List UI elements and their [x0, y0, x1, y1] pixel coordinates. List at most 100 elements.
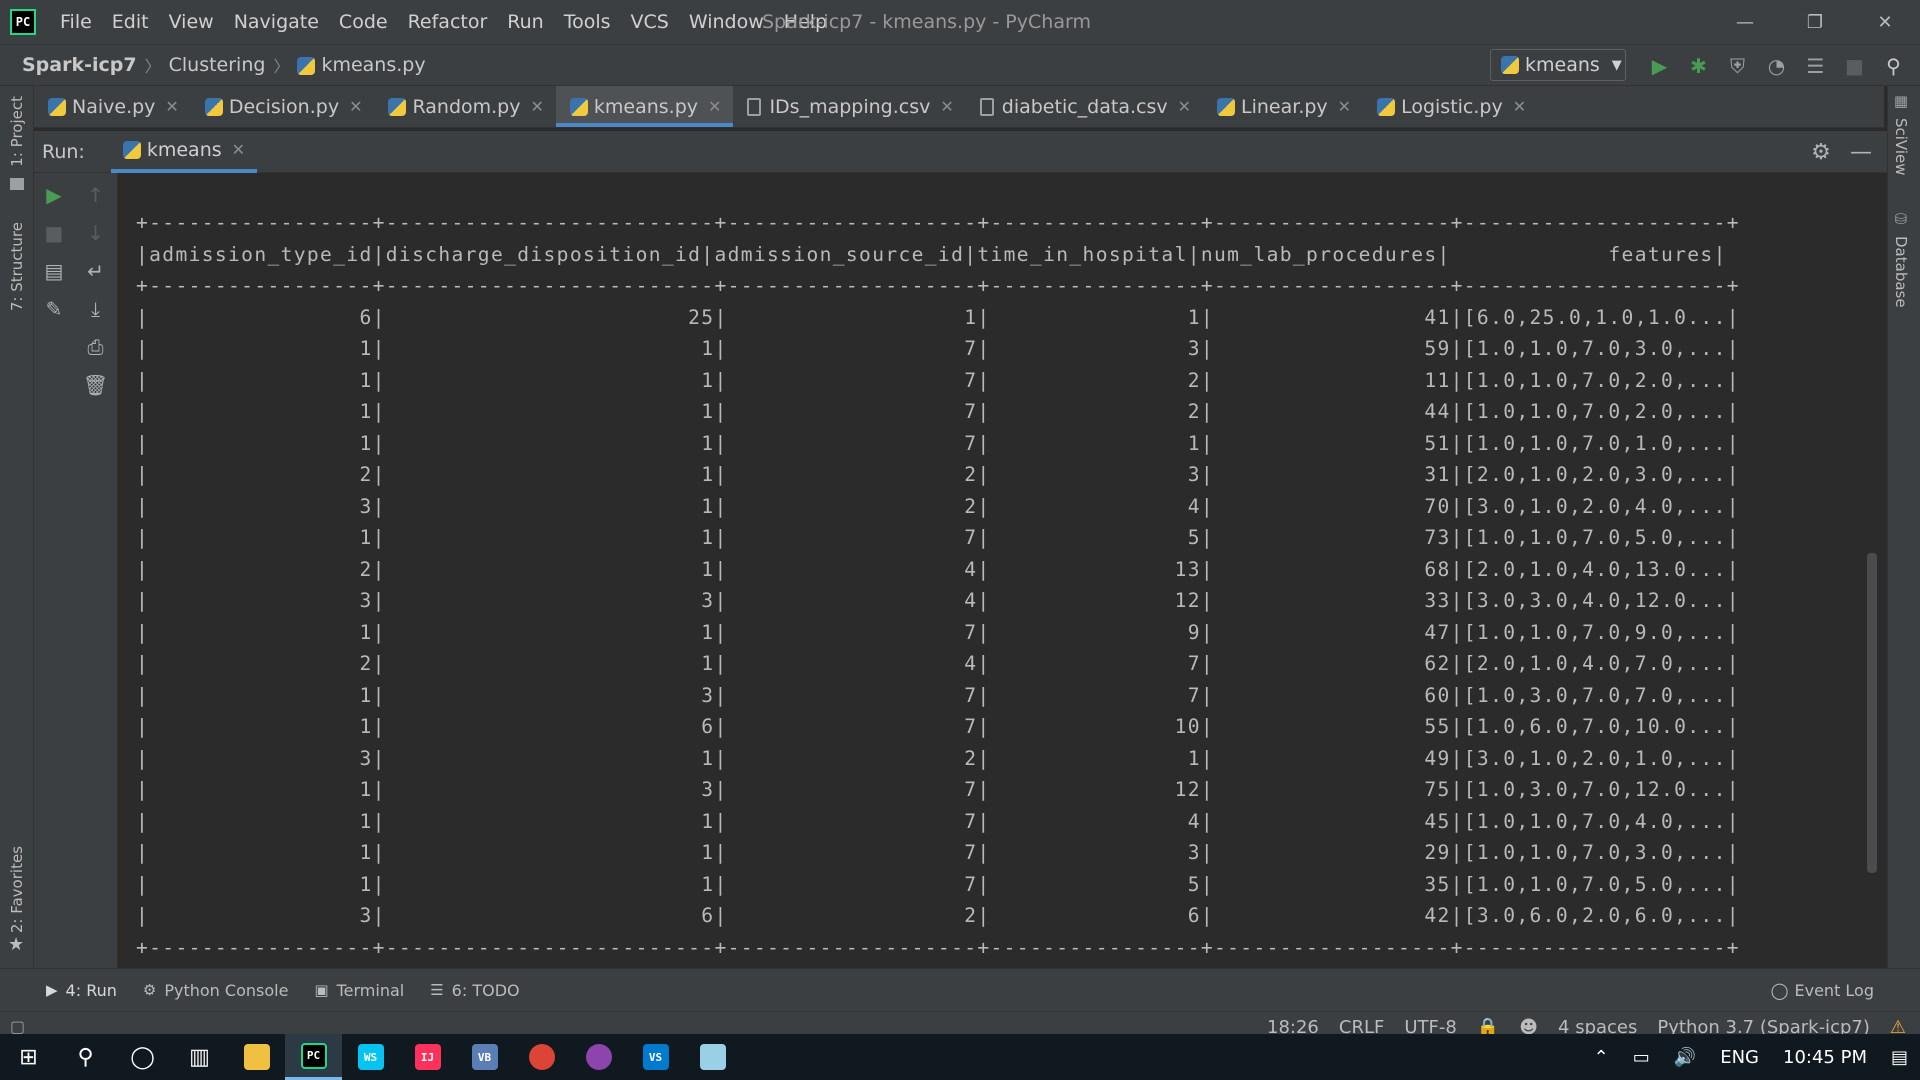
breadcrumb-folder[interactable]: Clustering [165, 54, 270, 76]
debug-icon[interactable]: ✱ [1679, 54, 1718, 78]
structure-tool-tab[interactable]: 7: Structure [4, 222, 30, 311]
close-icon[interactable]: ✕ [940, 97, 953, 116]
layout-icon[interactable]: ▤ [34, 259, 74, 283]
terminal-tool-button[interactable]: ▣ Terminal [314, 981, 404, 1000]
search-icon[interactable]: ⚲ [57, 1034, 114, 1080]
breadcrumb-file[interactable]: kmeans.py [293, 54, 429, 76]
close-icon[interactable]: ✕ [1178, 97, 1191, 116]
minimize-button[interactable]: — [1710, 0, 1780, 44]
webstorm-icon[interactable]: WS [342, 1034, 399, 1080]
menu-window[interactable]: Window [679, 0, 774, 44]
minimize-panel-icon[interactable]: — [1841, 140, 1881, 165]
notepad-icon[interactable] [684, 1034, 741, 1080]
volume-icon[interactable]: 🔊 [1674, 1047, 1696, 1068]
scrollbar[interactable] [1867, 553, 1877, 873]
close-icon[interactable]: ✕ [1338, 97, 1351, 116]
close-icon[interactable]: ✕ [165, 97, 178, 116]
terminal-icon: ▣ [314, 981, 329, 999]
python-console-tool-button[interactable]: ⚙ Python Console [143, 981, 289, 1000]
menu-edit[interactable]: Edit [102, 0, 159, 44]
stop-icon[interactable]: ■ [1835, 54, 1874, 78]
run-tab-kmeans[interactable]: kmeans ✕ [110, 131, 258, 173]
tab-random[interactable]: Random.py ✕ [374, 86, 555, 127]
vscode-icon[interactable]: VS [627, 1034, 684, 1080]
task-view-icon[interactable]: ▥ [171, 1034, 228, 1080]
soft-wrap-icon[interactable]: ↵ [74, 259, 117, 283]
tab-diabetic-data[interactable]: diabetic_data.csv ✕ [966, 86, 1203, 127]
tab-naive[interactable]: Naive.py ✕ [34, 86, 191, 127]
build-icon[interactable]: ☰ [1796, 54, 1835, 78]
intellij-icon[interactable]: IJ [399, 1034, 456, 1080]
pycharm-icon[interactable]: PC [285, 1034, 342, 1080]
console-line: | 1| 1| 7| 2| 11|[1.0,1.0,7.0,2.0,...| [136, 368, 1740, 392]
virtualbox-icon[interactable]: VB [456, 1034, 513, 1080]
python-icon [204, 97, 223, 116]
tab-kmeans[interactable]: kmeans.py ✕ [555, 86, 734, 127]
menu-tools[interactable]: Tools [554, 0, 621, 44]
close-icon[interactable]: ✕ [349, 97, 362, 116]
project-tool-label: 1: Project [8, 96, 26, 167]
tab-decision[interactable]: Decision.py ✕ [191, 86, 375, 127]
clock[interactable]: 10:45 PM [1783, 1047, 1867, 1068]
tab-label: Random.py [412, 95, 521, 118]
rerun-icon[interactable]: ▶ [34, 183, 74, 207]
scroll-to-end-icon[interactable]: ⤓ [74, 297, 117, 321]
trash-icon[interactable]: 🗑 [74, 373, 117, 397]
gear-icon[interactable]: ⚙ [1801, 140, 1841, 165]
main-menu: File Edit View Navigate Code Refactor Ru… [50, 0, 837, 44]
print-icon[interactable]: ⎙ [74, 335, 117, 359]
close-icon[interactable]: ✕ [232, 140, 245, 159]
favorites-tool-tab[interactable]: 2: Favorites [4, 846, 30, 933]
breadcrumb-project[interactable]: Spark-icp7 [18, 54, 141, 76]
up-arrow-icon[interactable]: ↑ [74, 183, 117, 207]
console-output[interactable]: +-----------------+---------------------… [119, 173, 1887, 968]
pycharm-logo-icon[interactable]: PC [10, 9, 36, 35]
run-icon[interactable]: ▶ [1640, 54, 1679, 78]
menu-run[interactable]: Run [497, 0, 553, 44]
run-tool-button[interactable]: ▶ 4: Run [46, 981, 117, 1000]
console-line: | 2| 1| 2| 3| 31|[2.0,1.0,2.0,3.0,...| [136, 463, 1740, 486]
menu-code[interactable]: Code [329, 0, 398, 44]
run-icon: ▶ [46, 981, 58, 999]
file-explorer-icon[interactable] [228, 1034, 285, 1080]
close-icon[interactable]: ✕ [530, 97, 543, 116]
menu-file[interactable]: File [50, 0, 102, 44]
app-icon[interactable] [570, 1034, 627, 1080]
search-icon[interactable]: ⚲ [1874, 54, 1913, 78]
start-icon[interactable]: ⊞ [0, 1034, 57, 1080]
terminal-label: Terminal [336, 980, 405, 1000]
console-line: | 1| 1| 7| 1| 51|[1.0,1.0,7.0,1.0,...| [136, 431, 1740, 455]
chevron-up-icon[interactable]: ⌃ [1594, 1047, 1609, 1068]
menu-vcs[interactable]: VCS [621, 0, 679, 44]
console-line: | 1| 1| 7| 9| 47|[1.0,1.0,7.0,9.0,...| [136, 620, 1740, 644]
pin-icon[interactable]: ✎ [34, 297, 74, 321]
tab-linear[interactable]: Linear.py ✕ [1203, 86, 1363, 127]
project-tool-tab[interactable]: 1: Project [4, 96, 30, 167]
coverage-icon[interactable]: ⛨ [1718, 54, 1757, 78]
close-window-button[interactable]: ✕ [1850, 0, 1920, 44]
todo-tool-button[interactable]: ☰ 6: TODO [430, 981, 519, 1000]
cortana-icon[interactable]: ◯ [114, 1034, 171, 1080]
database-tool-tab[interactable]: Database [1892, 236, 1910, 308]
close-icon[interactable]: ✕ [708, 97, 721, 116]
battery-icon[interactable]: ▭ [1633, 1047, 1650, 1068]
chrome-icon[interactable] [513, 1034, 570, 1080]
notifications-icon[interactable]: ▤ [1891, 1047, 1908, 1068]
down-arrow-icon[interactable]: ↓ [74, 221, 117, 245]
tab-label: Naive.py [72, 95, 156, 118]
run-configuration-label: kmeans [1525, 54, 1600, 76]
sciview-tool-tab[interactable]: SciView [1892, 118, 1910, 176]
menu-refactor[interactable]: Refactor [398, 0, 498, 44]
run-configuration-select[interactable]: kmeans ▼ [1490, 49, 1626, 81]
menu-navigate[interactable]: Navigate [224, 0, 329, 44]
close-icon[interactable]: ✕ [1513, 97, 1526, 116]
event-log-button[interactable]: ◯ Event Log [1771, 969, 1874, 1012]
menu-view[interactable]: View [159, 0, 224, 44]
tab-label: diabetic_data.csv [1001, 95, 1168, 118]
stop-icon[interactable]: ■ [34, 221, 74, 245]
restore-button[interactable]: ❐ [1780, 0, 1850, 44]
profile-icon[interactable]: ◔ [1757, 54, 1796, 78]
language-indicator[interactable]: ENG [1720, 1047, 1759, 1068]
tab-logistic[interactable]: Logistic.py ✕ [1363, 86, 1538, 127]
tab-ids-mapping[interactable]: IDs_mapping.csv ✕ [733, 86, 965, 127]
